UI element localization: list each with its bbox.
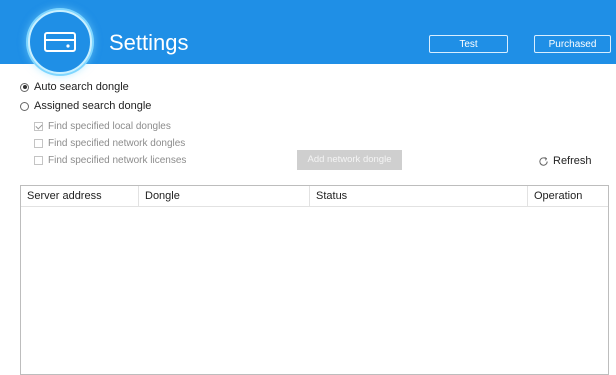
page-title: Settings: [109, 30, 189, 55]
dongle-table: Server address Dongle Status Operation: [20, 185, 609, 375]
test-button[interactable]: Test: [429, 35, 508, 53]
refresh-button[interactable]: Refresh: [538, 155, 592, 167]
auto-search-radio[interactable]: [20, 82, 29, 92]
refresh-icon: [539, 156, 548, 166]
filter-local-dongles-option[interactable]: Find specified local dongles: [34, 121, 171, 132]
column-header-operation[interactable]: Operation: [528, 186, 608, 206]
filter-network-licenses-checkbox[interactable]: [34, 156, 43, 165]
column-header-dongle[interactable]: Dongle: [139, 186, 310, 206]
server-drive-icon: [44, 32, 76, 52]
header-bar: Settings Test Purchased: [0, 0, 616, 74]
assigned-search-radio[interactable]: [20, 101, 29, 111]
filter-network-dongles-checkbox[interactable]: [34, 139, 43, 148]
filter-local-dongles-checkbox[interactable]: [34, 122, 43, 131]
assigned-search-label: Assigned search dongle: [34, 100, 152, 112]
column-header-status[interactable]: Status: [310, 186, 528, 206]
add-network-dongle-button[interactable]: Add network dongle: [297, 150, 402, 170]
refresh-label: Refresh: [553, 155, 592, 167]
filter-local-dongles-label: Find specified local dongles: [48, 121, 171, 132]
purchased-button[interactable]: Purchased: [534, 35, 611, 53]
app-logo: [28, 10, 92, 74]
assigned-search-radio-option[interactable]: Assigned search dongle: [20, 100, 151, 112]
table-header: Server address Dongle Status Operation: [21, 186, 608, 207]
filter-network-licenses-option[interactable]: Find specified network licenses: [34, 155, 186, 166]
auto-search-radio-option[interactable]: Auto search dongle: [20, 81, 129, 93]
column-header-server-address[interactable]: Server address: [21, 186, 139, 206]
filter-network-licenses-label: Find specified network licenses: [48, 155, 187, 166]
filter-network-dongles-label: Find specified network dongles: [48, 138, 186, 149]
filter-network-dongles-option[interactable]: Find specified network dongles: [34, 138, 185, 149]
auto-search-label: Auto search dongle: [34, 81, 129, 93]
